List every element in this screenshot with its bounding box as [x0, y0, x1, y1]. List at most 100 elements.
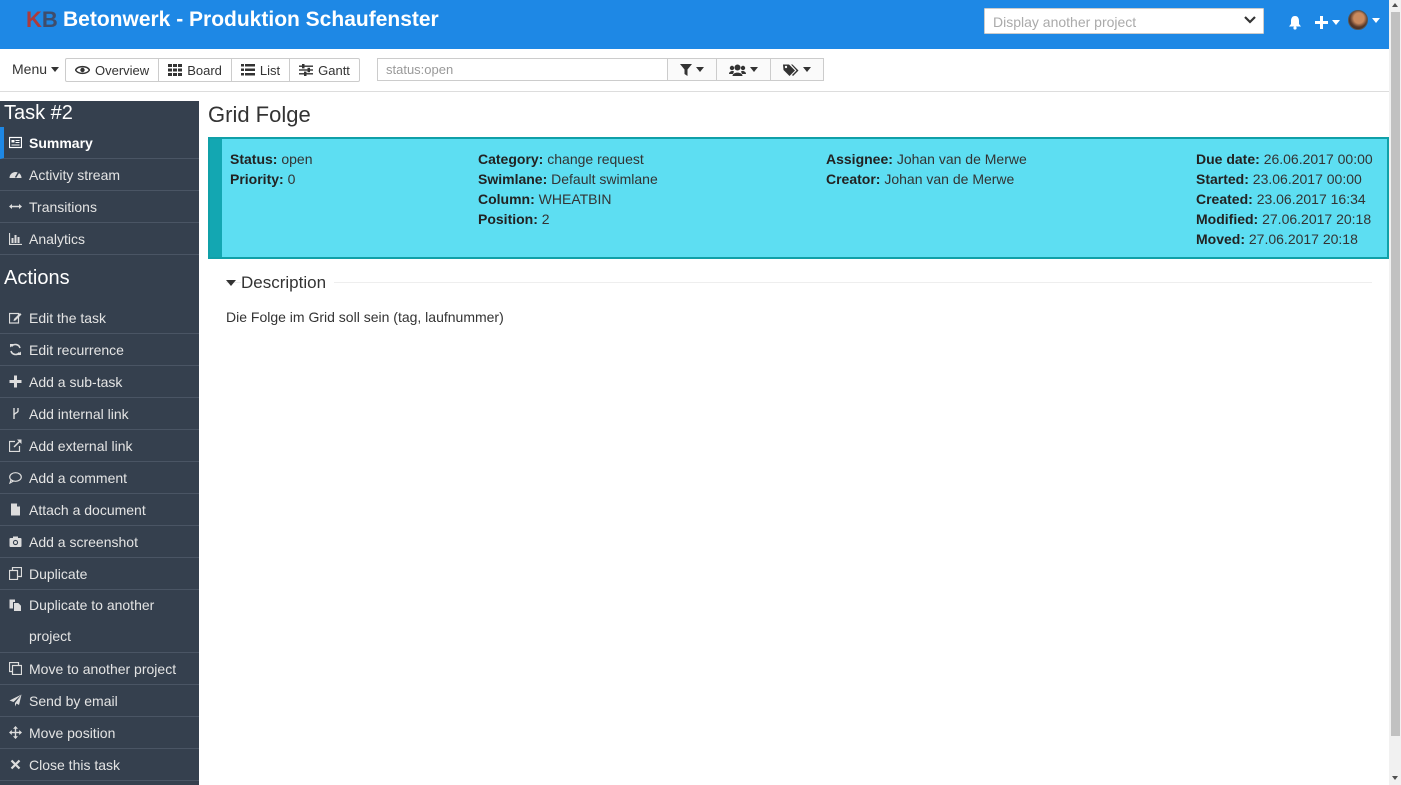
sidebar-item-label: Add a screenshot: [29, 533, 138, 550]
sidebar-action-add-internal-link[interactable]: Add internal link: [0, 398, 199, 430]
status-label: Status:: [230, 151, 278, 167]
due-date-value: 26.06.2017 00:00: [1263, 151, 1373, 167]
sidebar-item-label: Edit recurrence: [29, 341, 124, 358]
view-switcher: Overview Board List Gantt: [65, 58, 360, 82]
priority-value: 0: [287, 171, 296, 187]
view-list-label: List: [259, 62, 281, 78]
clone-icon: [9, 662, 22, 675]
caret-down-icon: [1332, 19, 1340, 25]
sidebar-item-label: Add internal link: [29, 405, 129, 422]
comment-icon: [9, 472, 22, 484]
status-value: open: [281, 151, 313, 167]
sidebar-action-add-screenshot[interactable]: Add a screenshot: [0, 526, 199, 558]
summary-column-dates: Due date: 26.06.2017 00:00 Started: 23.0…: [1196, 149, 1373, 249]
view-gantt-button[interactable]: Gantt: [290, 59, 359, 81]
created-row: Created: 23.06.2017 16:34: [1196, 189, 1373, 209]
app-header: KB Betonwerk - Produktion Schaufenster D…: [0, 0, 1389, 49]
dashboard-icon: [9, 172, 22, 178]
user-menu-button[interactable]: [1348, 10, 1380, 30]
sidebar-action-send-email[interactable]: Send by email: [0, 685, 199, 717]
plus-icon: [1315, 15, 1328, 29]
page-scrollbar[interactable]: [1389, 0, 1401, 785]
duplicate-icon: [9, 567, 22, 580]
category-label: Category:: [478, 151, 544, 167]
filter-dropdown-button[interactable]: [668, 59, 717, 80]
code-fork-icon: [13, 408, 19, 419]
due-date-row: Due date: 26.06.2017 00:00: [1196, 149, 1373, 169]
sidebar-item-analytics[interactable]: Analytics: [0, 223, 199, 255]
sidebar-action-edit-recurrence[interactable]: Edit recurrence: [0, 334, 199, 366]
sidebar-item-activity-stream[interactable]: Activity stream: [0, 159, 199, 191]
sidebar-item-label: Edit the task: [29, 309, 107, 326]
caret-down-icon: [803, 67, 811, 72]
task-summary-panel: Status: open Priority: 0 Category: chang…: [208, 137, 1389, 259]
sidebar-action-add-external-link[interactable]: Add external link: [0, 430, 199, 462]
description-divider: [226, 282, 1372, 283]
sidebar-action-duplicate-to-project[interactable]: Duplicate to another project: [0, 590, 199, 653]
description-toggle[interactable]: Description: [226, 273, 335, 293]
sidebar-item-label: Duplicate: [29, 565, 88, 582]
summary-icon: [9, 136, 22, 149]
sidebar-action-add-subtask[interactable]: Add a sub-task: [0, 366, 199, 398]
caret-down-icon: [750, 67, 758, 72]
tags-filter-button[interactable]: [771, 59, 823, 80]
view-list-button[interactable]: List: [232, 59, 291, 81]
bell-icon: [1289, 15, 1301, 30]
created-value: 23.06.2017 16:34: [1256, 191, 1366, 207]
view-board-button[interactable]: Board: [159, 59, 232, 81]
started-label: Started:: [1196, 171, 1249, 187]
sidebar-item-transitions[interactable]: Transitions: [0, 191, 199, 223]
view-overview-label: Overview: [95, 62, 150, 78]
avatar: [1348, 10, 1368, 30]
sidebar-item-label: Add a comment: [29, 469, 128, 486]
position-row: Position: 2: [478, 209, 658, 229]
sidebar-action-attach-document[interactable]: Attach a document: [0, 494, 199, 526]
menu-dropdown[interactable]: Menu: [12, 61, 60, 77]
category-row: Category: change request: [478, 149, 658, 169]
scrollbar-thumb[interactable]: [1391, 12, 1400, 736]
assignee-label: Assignee:: [826, 151, 893, 167]
create-menu-button[interactable]: [1315, 14, 1340, 30]
caret-down-icon: [226, 280, 236, 286]
sidebar-action-move-to-project[interactable]: Move to another project: [0, 653, 199, 685]
scroll-down-arrow-icon[interactable]: [1392, 776, 1398, 780]
sidebar-action-duplicate[interactable]: Duplicate: [0, 558, 199, 590]
modified-label: Modified:: [1196, 211, 1259, 227]
notifications-button[interactable]: [1288, 14, 1302, 30]
grid-icon: [168, 64, 183, 76]
sidebar-item-label: Add external link: [29, 437, 133, 454]
started-row: Started: 23.06.2017 00:00: [1196, 169, 1373, 189]
sidebar-action-close-task[interactable]: Close this task: [0, 749, 199, 781]
sidebar-action-edit-task[interactable]: Edit the task: [0, 302, 199, 334]
task-color-bar: [210, 139, 222, 257]
description-text: Die Folge im Grid soll sein (tag, laufnu…: [226, 309, 504, 325]
creator-label: Creator:: [826, 171, 881, 187]
column-label: Column:: [478, 191, 535, 207]
scroll-up-arrow-icon[interactable]: [1392, 3, 1398, 7]
project-select[interactable]: Display another project: [984, 8, 1264, 34]
filter-icon: [680, 63, 692, 76]
swimlane-label: Swimlane:: [478, 171, 548, 187]
due-date-label: Due date:: [1196, 151, 1260, 167]
project-toolbar: Menu Overview Board List Gantt status:op…: [0, 49, 1389, 92]
search-input[interactable]: [386, 59, 656, 79]
app-logo[interactable]: KB: [26, 7, 58, 33]
arrows-h-icon: [9, 204, 22, 209]
users-filter-button[interactable]: [717, 59, 771, 80]
plus-icon: [9, 375, 22, 388]
sidebar-action-move-position[interactable]: Move position: [0, 717, 199, 749]
sidebar-action-add-comment[interactable]: Add a comment: [0, 462, 199, 494]
assignee-value: Johan van de Merwe: [896, 151, 1027, 167]
moved-label: Moved:: [1196, 231, 1245, 247]
sidebar-actions-heading: Actions: [4, 267, 70, 289]
priority-row: Priority: 0: [230, 169, 313, 189]
started-value: 23.06.2017 00:00: [1252, 171, 1362, 187]
menu-label: Menu: [12, 61, 48, 77]
sidebar-item-summary[interactable]: Summary: [0, 127, 199, 159]
view-overview-button[interactable]: Overview: [66, 59, 160, 81]
column-value: WHEATBIN: [538, 191, 612, 207]
column-row: Column: WHEATBIN: [478, 189, 658, 209]
sliders-icon: [299, 64, 314, 76]
priority-label: Priority:: [230, 171, 284, 187]
refresh-icon: [10, 343, 21, 356]
